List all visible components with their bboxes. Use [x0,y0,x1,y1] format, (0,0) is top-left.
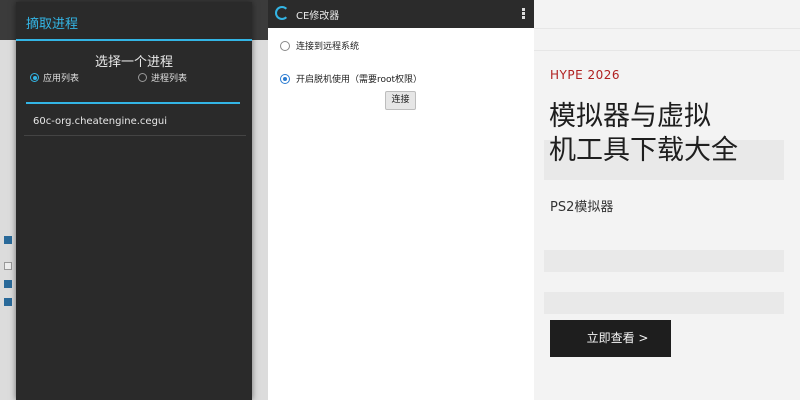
promo-headline-line2: 机工具下载大全 [549,135,738,166]
promo-headline: 模拟器与虚拟 机工具下载大全 [549,100,789,168]
dialog-title: 摘取进程 [26,17,79,32]
tab-app-list-label: 应用列表 [43,74,80,84]
radio-selected-icon[interactable] [280,73,290,84]
option-remote-system[interactable]: 连接到远程系统 [280,39,359,52]
app-logo-icon [275,6,289,20]
option-offline-root[interactable]: 开启脱机使用（需要root权限） [280,72,422,85]
background-field [544,292,784,314]
overflow-menu-icon[interactable] [522,8,526,20]
background-checkbox [4,262,12,270]
radio-selected-icon[interactable] [30,73,39,82]
background-divider [534,28,800,29]
connect-button[interactable]: 连接 [385,91,416,110]
tab-process-list-label: 进程列表 [151,74,188,84]
background-divider [534,50,800,51]
promo-tag: HYPE 2026 [550,68,621,82]
dialog-heading: 选择一个进程 [94,55,173,70]
background-checkbox [4,280,12,288]
list-item[interactable]: 60c-org.cheatengine.cegui [24,114,246,134]
promo-panel: HYPE 2026 模拟器与虚拟 机工具下载大全 PS2模拟器 立即查看 > [534,0,800,400]
tab-process-list[interactable]: 进程列表 [138,71,187,84]
dialog-title-divider [16,39,252,41]
view-now-button[interactable]: 立即查看 > [550,320,671,357]
option-offline-root-label: 开启脱机使用（需要root权限） [296,75,423,85]
background-checkbox [4,298,12,306]
select-process-dialog: 摘取进程 选择一个进程 应用列表 进程列表 60c-org.cheatengin… [16,2,252,400]
app-title: CE修改器 [296,11,340,22]
option-remote-system-label: 连接到远程系统 [296,42,360,52]
ce-app-screen: CE修改器 连接到远程系统 开启脱机使用（需要root权限） 连接 [268,0,534,400]
tab-app-list[interactable]: 应用列表 [30,71,79,84]
radio-unselected-icon[interactable] [138,73,147,82]
background-checkbox [4,236,12,244]
process-search-input[interactable] [26,92,240,104]
background-list-strip-right [252,40,268,400]
list-divider [24,135,246,136]
background-field [544,250,784,272]
promo-headline-line1: 模拟器与虚拟 [549,101,711,132]
radio-unselected-icon[interactable] [280,40,290,51]
promo-subline: PS2模拟器 [550,200,614,215]
app-action-bar: CE修改器 [268,0,534,28]
background-list-strip [0,40,16,400]
